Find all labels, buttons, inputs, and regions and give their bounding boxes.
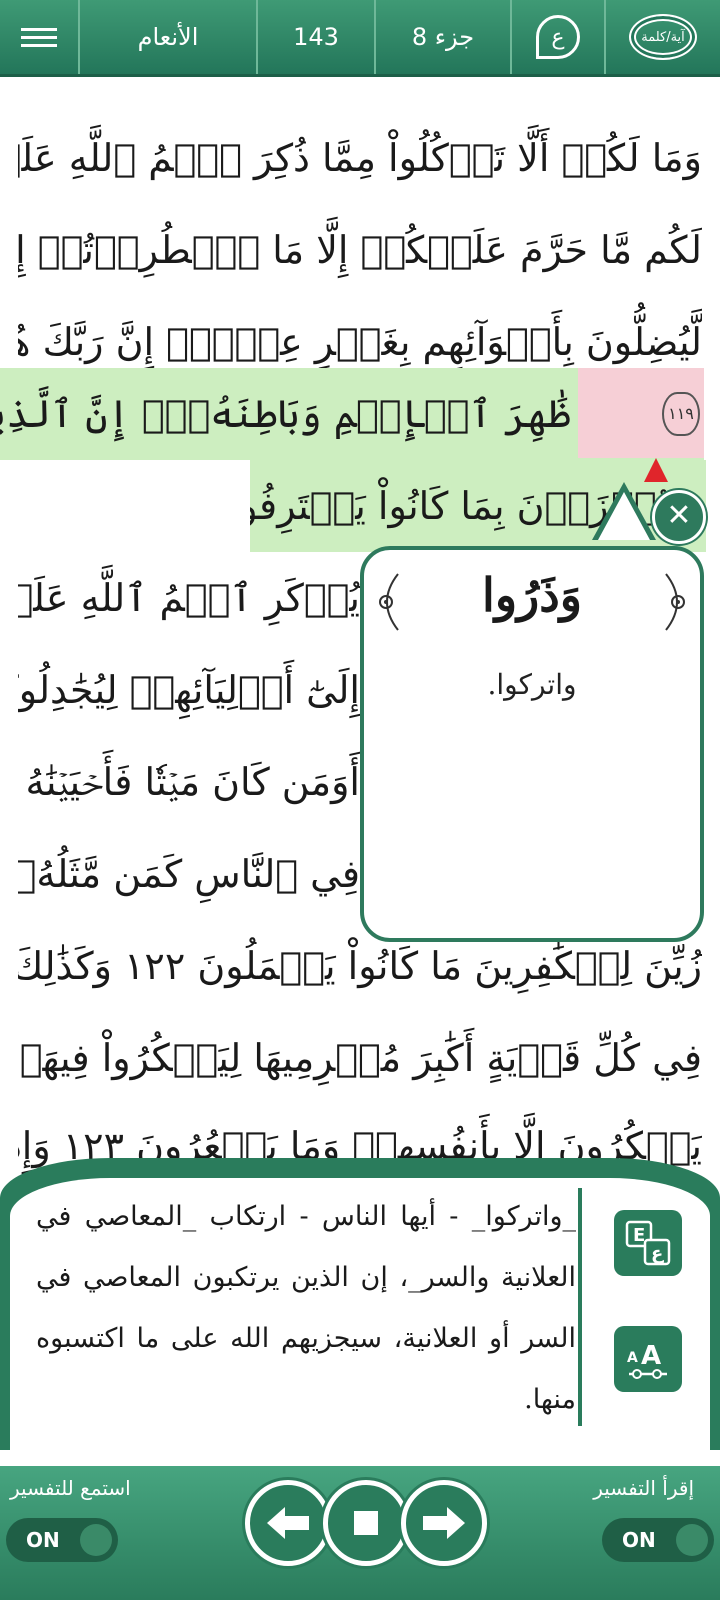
read-toggle-state: ON (622, 1528, 656, 1552)
ayah-word-badge: آية/كلمة (629, 14, 697, 60)
next-button[interactable] (401, 1480, 487, 1566)
translate-icon: E ع (625, 1220, 671, 1266)
translate-button[interactable]: E ع (614, 1210, 682, 1276)
read-tafsir-label: إقرأ التفسير (593, 1476, 694, 1500)
quran-line-11[interactable]: فِي كُلِّ قَرۡيَةٍ أَكَٰبِرَ مُجۡرِمِيهَ… (18, 1012, 702, 1104)
surah-name[interactable]: الأنعام (80, 0, 258, 74)
close-icon: ✕ (666, 498, 692, 533)
tafsir-text: _واتركوا_ - أيها الناس - ارتكاب _المعاصي… (36, 1201, 576, 1415)
toggle-knob (80, 1524, 112, 1556)
svg-text:E: E (633, 1225, 645, 1246)
selected-word-highlight[interactable]: ١١٩ (578, 368, 704, 458)
svg-text:A: A (641, 1341, 661, 1371)
selection-pointer-icon (644, 458, 668, 482)
listen-tafsir-label: استمع للتفسير (10, 1476, 131, 1500)
font-size-icon: A A (627, 1341, 667, 1379)
svg-text:ع: ع (651, 1243, 664, 1264)
stop-button[interactable] (323, 1480, 409, 1566)
arrow-left-icon (267, 1507, 309, 1539)
toggle-knob (676, 1524, 708, 1556)
ain-circle-icon: ع (536, 15, 580, 59)
popup-pointer-inner (598, 492, 650, 540)
listen-toggle-state: ON (26, 1528, 60, 1552)
juz-number[interactable]: جزء 8 (376, 0, 512, 74)
ornament-right-icon (665, 573, 685, 631)
tafsir-scrollbar[interactable] (578, 1188, 582, 1426)
listen-tafsir-toggle[interactable]: ON (6, 1518, 118, 1562)
quran-line-6[interactable]: يُذۡكَرِ ٱسۡمُ ٱللَّهِ عَلَيۡهِ وَإِنَّه… (18, 552, 360, 644)
svg-text:A: A (627, 1350, 638, 1366)
quran-line-2[interactable]: لَكُم مَّا حَرَّمَ عَلَيۡكُمۡ إِلَّا مَا… (18, 204, 702, 296)
ayah-word-mode-button[interactable]: آية/كلمة (606, 0, 720, 74)
quran-line-8[interactable]: أَوَمَن كَانَ مَيۡتٗا فَأَحۡيَيۡنَٰهُ وَ… (18, 736, 360, 828)
previous-button[interactable] (245, 1480, 331, 1566)
menu-button[interactable] (0, 0, 80, 74)
ayah-number-marker: ١١٩ (662, 392, 700, 436)
hamburger-icon (21, 23, 57, 52)
tafsir-toggle-button[interactable]: ع (512, 0, 606, 74)
word-meaning-popup: وَذَرُوا واتركوا. (360, 546, 704, 942)
stop-icon (354, 1511, 378, 1535)
quran-line-7[interactable]: إِلَىٰٓ أَوۡلِيَآئِهِمۡ لِيُجَٰدِلُوكُمۡ… (18, 644, 360, 736)
font-size-button[interactable]: A A (614, 1326, 682, 1392)
top-bar: الأنعام 143 جزء 8 ع آية/كلمة (0, 0, 720, 77)
close-popup-button[interactable]: ✕ (652, 490, 706, 544)
quran-line-9[interactable]: فِي ٱلنَّاسِ كَمَن مَّثَلُهُۥ فِي ٱلظُّل… (18, 828, 360, 920)
popup-word-meaning: واتركوا. (487, 668, 577, 701)
read-tafsir-toggle[interactable]: ON (602, 1518, 714, 1562)
popup-word: وَذَرُوا (482, 568, 582, 622)
page-number[interactable]: 143 (258, 0, 376, 74)
arrow-right-icon (423, 1507, 465, 1539)
quran-line-1[interactable]: وَمَا لَكُمۡ أَلَّا تَأۡكُلُواْ مِمَّا ذ… (18, 112, 702, 204)
